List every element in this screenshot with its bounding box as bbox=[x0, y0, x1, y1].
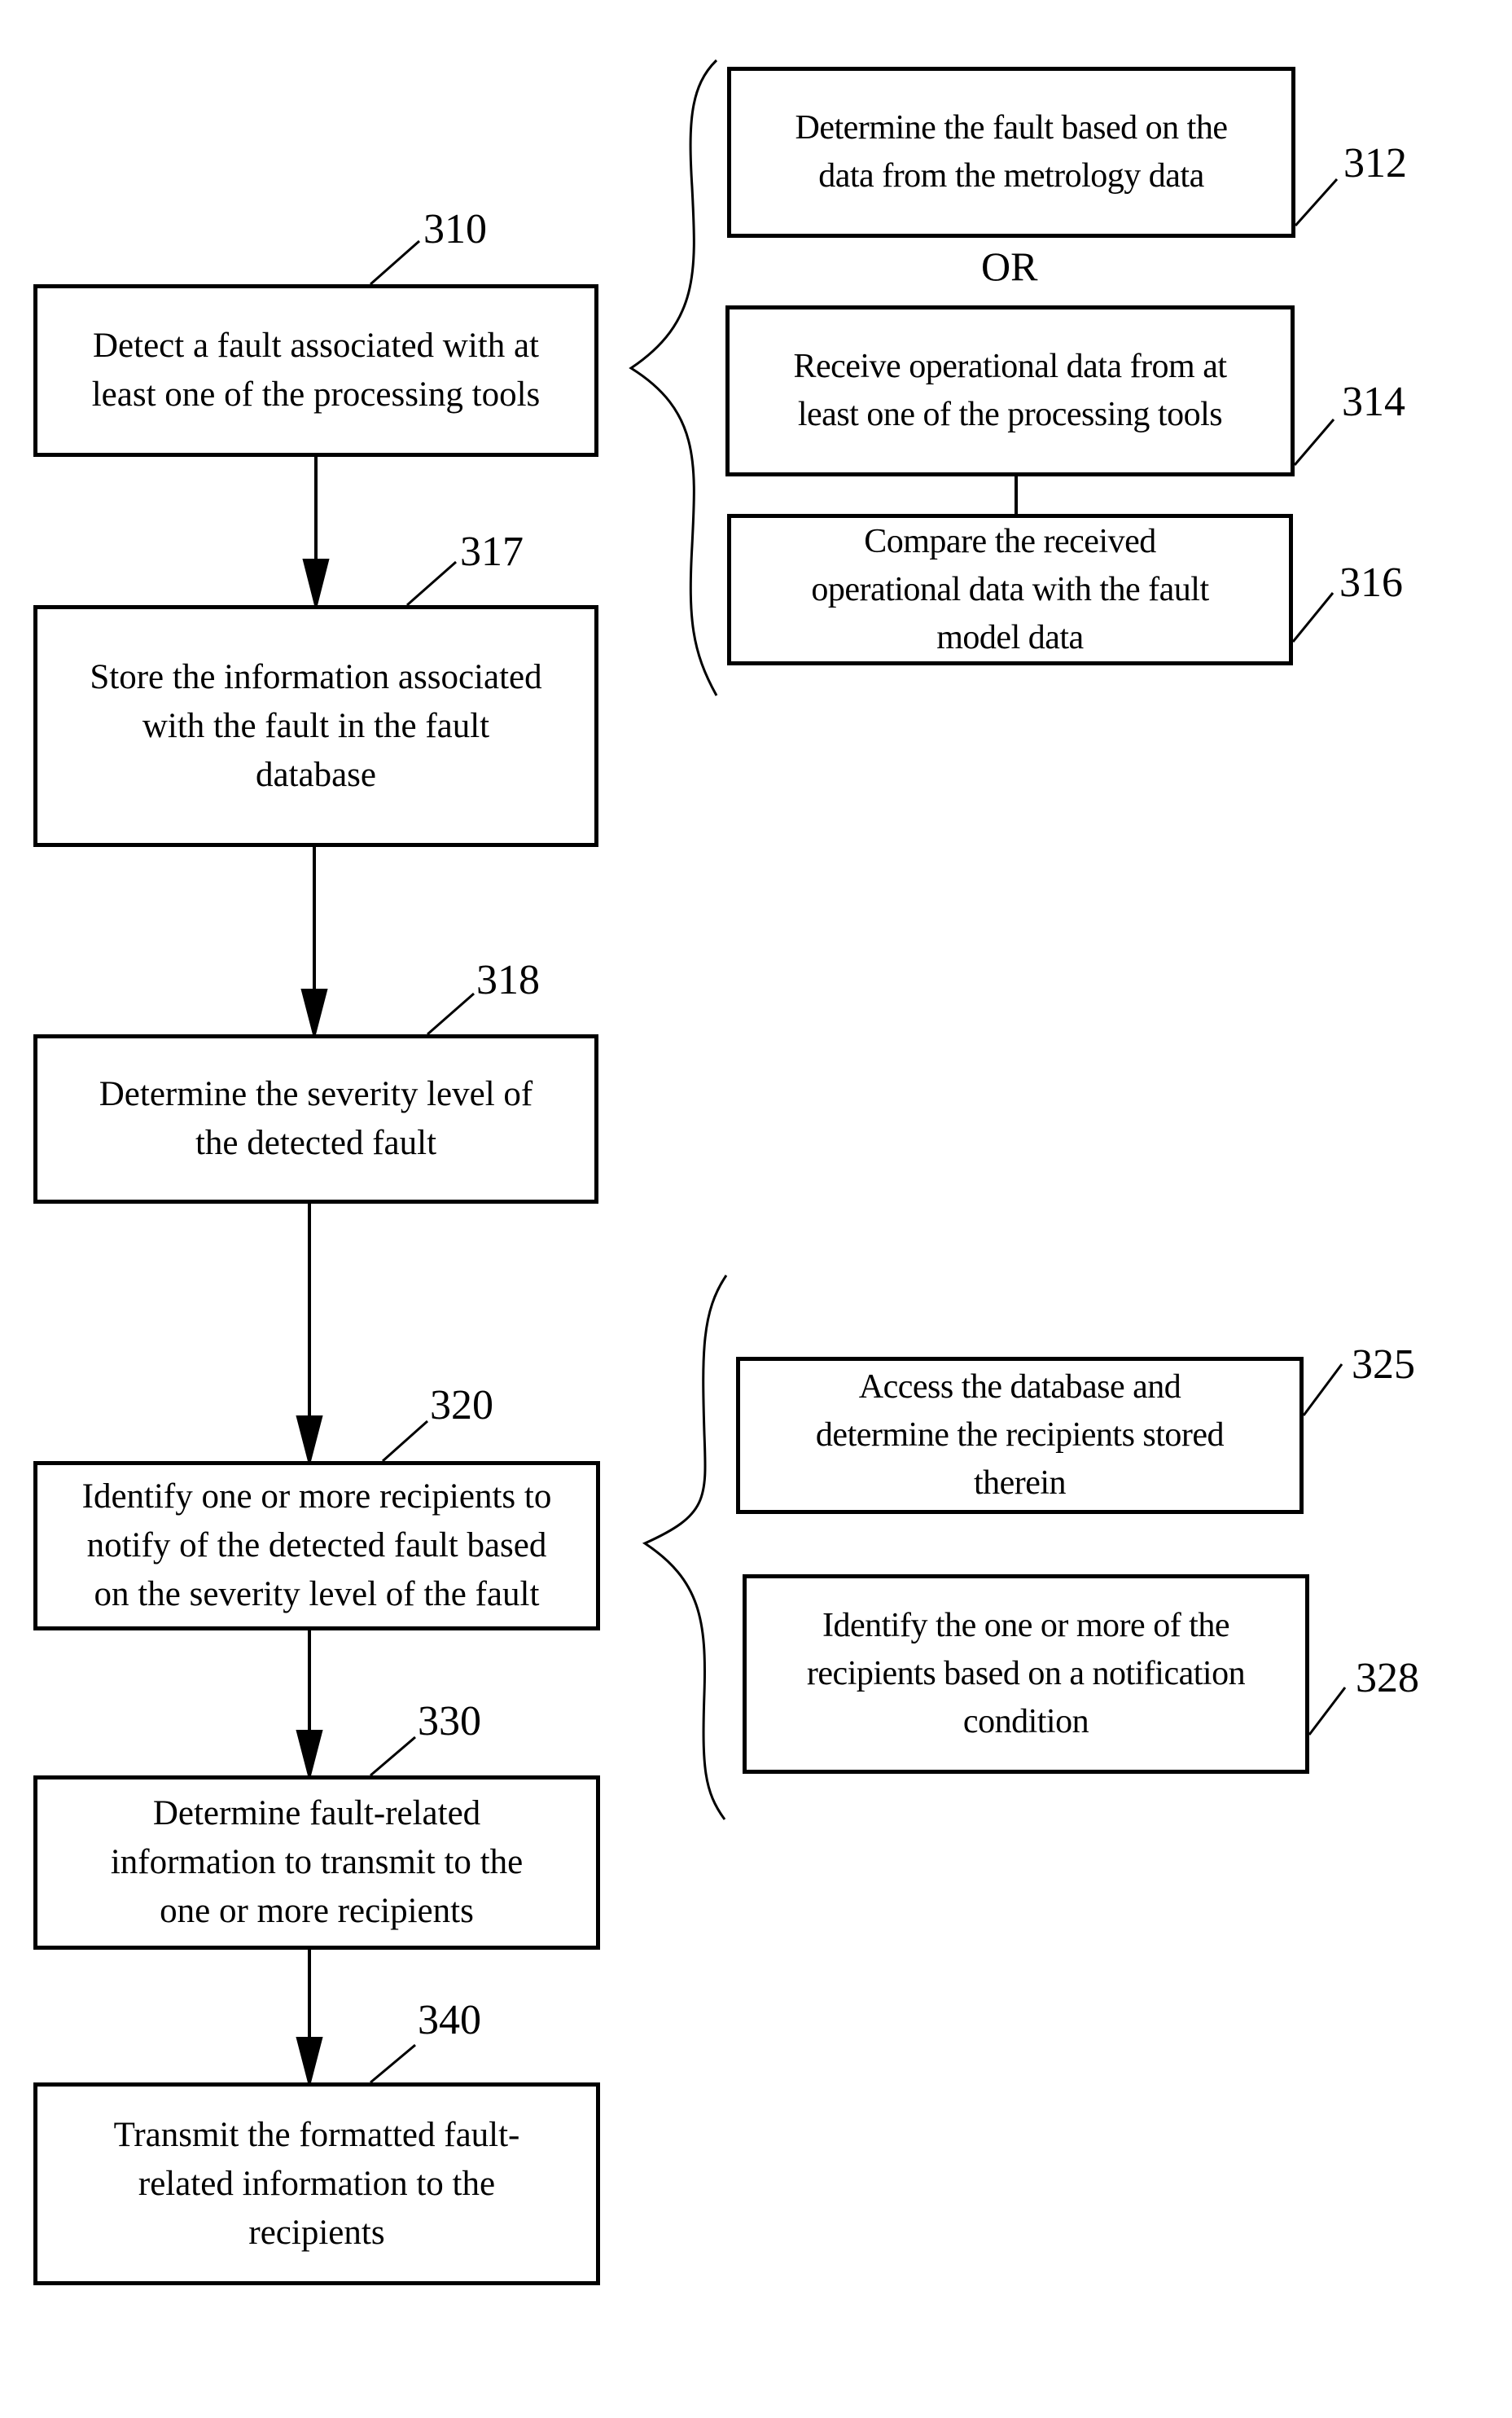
step-312-line-2: data from the metrology data bbox=[818, 157, 1204, 195]
leader-318 bbox=[427, 992, 475, 1036]
leader-330 bbox=[370, 1736, 416, 1777]
step-314-line-2: least one of the processing tools bbox=[797, 396, 1223, 433]
step-330-line-2: information to transmit to the bbox=[110, 1843, 524, 1881]
step-325-line-3: therein bbox=[973, 1464, 1067, 1502]
leader-312 bbox=[1294, 178, 1339, 227]
step-317-line-1: Store the information associated bbox=[90, 657, 542, 696]
step-325-line-1: Access the database and bbox=[858, 1368, 1181, 1406]
step-325-line-2: determine the recipients stored bbox=[815, 1416, 1225, 1454]
ref-310: 310 bbox=[423, 206, 487, 252]
step-310-line-2: least one of the processing tools bbox=[91, 375, 541, 414]
step-330-line-3: one or more recipients bbox=[160, 1892, 474, 1930]
ref-330: 330 bbox=[418, 1698, 481, 1744]
leader-317 bbox=[406, 560, 457, 607]
ref-318: 318 bbox=[476, 957, 540, 1003]
leader-310 bbox=[370, 239, 420, 286]
arrowhead-320 bbox=[296, 1415, 323, 1468]
step-316-line-3: model data bbox=[936, 618, 1084, 656]
brace-310-group bbox=[629, 59, 718, 696]
ref-317: 317 bbox=[460, 529, 524, 575]
ref-340: 340 bbox=[418, 1997, 481, 2043]
step-312-line-1: Determine the fault based on the bbox=[795, 109, 1228, 147]
step-317-line-2: with the fault in the fault bbox=[142, 706, 490, 745]
step-325-access-database: Access the database and determine the rec… bbox=[736, 1357, 1304, 1514]
step-320-line-2: notify of the detected fault based bbox=[86, 1526, 547, 1564]
ref-320: 320 bbox=[430, 1382, 493, 1428]
step-316-line-2: operational data with the fault bbox=[811, 570, 1209, 608]
step-317-line-3: database bbox=[255, 755, 376, 794]
brace-320-group bbox=[642, 1275, 728, 1820]
step-320-identify-recipients: Identify one or more recipients to notify… bbox=[33, 1461, 600, 1630]
ref-325: 325 bbox=[1352, 1341, 1415, 1388]
step-328-identify-by-condition: Identify the one or more of the recipient… bbox=[743, 1574, 1309, 1774]
arrowhead-330 bbox=[296, 1730, 323, 1782]
step-320-line-1: Identify one or more recipients to bbox=[81, 1477, 552, 1516]
step-314-line-1: Receive operational data from at bbox=[793, 348, 1227, 385]
step-330-line-1: Determine fault-related bbox=[152, 1794, 481, 1832]
leader-316 bbox=[1291, 592, 1335, 643]
step-340-transmit-info: Transmit the formatted fault-related inf… bbox=[33, 2082, 600, 2285]
ref-312: 312 bbox=[1343, 140, 1407, 187]
leader-328 bbox=[1308, 1687, 1347, 1736]
step-340-line-3: recipients bbox=[248, 2213, 385, 2252]
step-318-line-2: the detected fault bbox=[195, 1124, 437, 1162]
arrowhead-318 bbox=[300, 989, 328, 1041]
step-330-determine-info: Determine fault-related information to tr… bbox=[33, 1775, 600, 1950]
step-310-detect-fault: Detect a fault associated with at least o… bbox=[33, 284, 598, 457]
arrowhead-340 bbox=[296, 2037, 323, 2089]
step-318-determine-severity: Determine the severity level of the detec… bbox=[33, 1034, 598, 1204]
step-316-line-1: Compare the received bbox=[864, 522, 1156, 560]
leader-340 bbox=[370, 2043, 416, 2084]
step-328-line-2: recipients based on a notification bbox=[806, 1655, 1246, 1692]
step-328-line-1: Identify the one or more of the bbox=[822, 1607, 1229, 1644]
step-320-line-3: on the severity level of the fault bbox=[94, 1575, 540, 1613]
ref-314: 314 bbox=[1342, 379, 1405, 425]
leader-325 bbox=[1302, 1363, 1343, 1416]
step-318-line-1: Determine the severity level of bbox=[99, 1075, 533, 1113]
step-317-store-info: Store the information associated with the… bbox=[33, 605, 598, 847]
or-separator: OR bbox=[981, 244, 1038, 289]
step-340-line-2: related information to the bbox=[138, 2164, 496, 2203]
step-340-line-1: Transmit the formatted fault- bbox=[113, 2115, 520, 2154]
ref-316: 316 bbox=[1339, 560, 1403, 606]
step-310-line-1: Detect a fault associated with at bbox=[92, 327, 540, 365]
step-314-receive-operational-data: Receive operational data from at least on… bbox=[725, 305, 1295, 476]
step-328-line-3: condition bbox=[962, 1703, 1089, 1740]
arrowhead-317 bbox=[302, 559, 330, 606]
step-312-metrology-fault: Determine the fault based on the data fro… bbox=[727, 67, 1295, 238]
step-316-compare-data: Compare the received operational data wit… bbox=[727, 514, 1293, 665]
leader-314 bbox=[1293, 419, 1335, 466]
leader-320 bbox=[382, 1420, 428, 1463]
ref-328: 328 bbox=[1356, 1655, 1419, 1701]
